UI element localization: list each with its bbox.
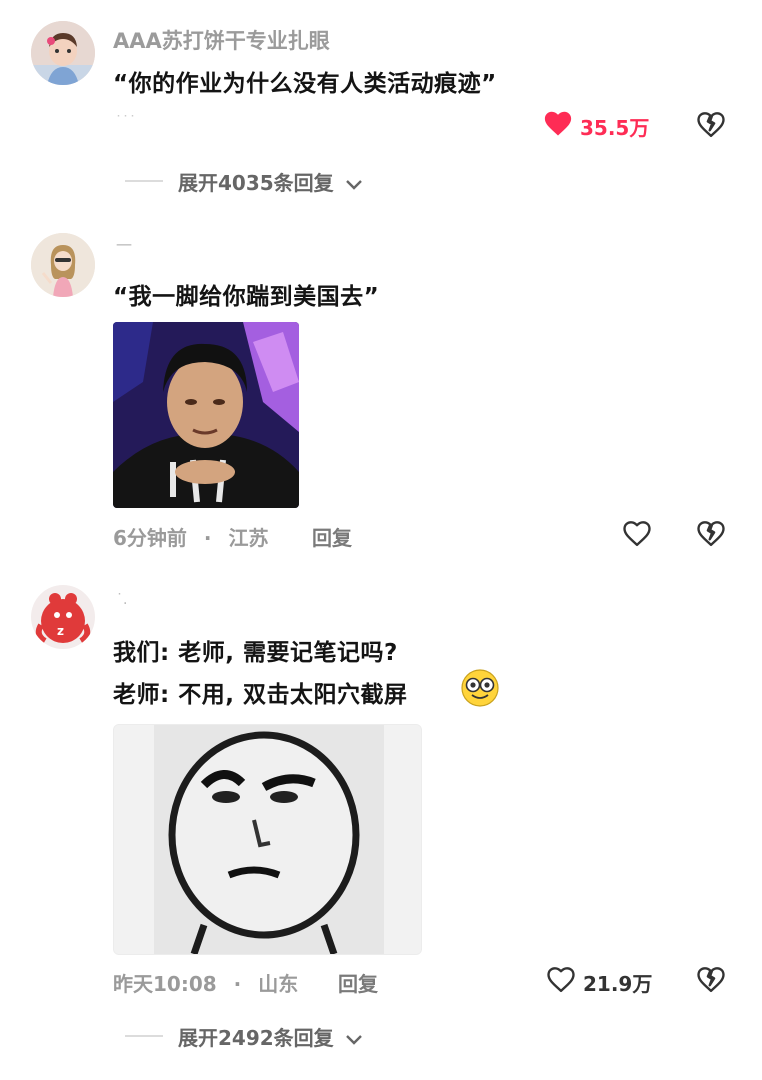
expand-divider xyxy=(125,1035,163,1037)
heart-filled-icon[interactable] xyxy=(543,109,573,141)
avatar[interactable]: z xyxy=(31,585,95,649)
comment-image[interactable] xyxy=(113,724,422,955)
like-count: 21.9万 xyxy=(583,972,653,996)
comment-location: 山东 xyxy=(258,972,299,996)
comment-text-line1: 我们: 老师, 需要记笔记吗? xyxy=(113,640,398,666)
reply-label: 回复 xyxy=(312,526,352,550)
expand-replies-button[interactable]: 展开2492条回复 xyxy=(178,1022,363,1051)
username-mark: 一 xyxy=(116,236,133,255)
expand-divider xyxy=(125,180,163,182)
dislike-icon[interactable] xyxy=(696,519,726,551)
comment-time: 6分钟前 xyxy=(113,526,187,550)
like-icon[interactable] xyxy=(622,519,652,551)
expand-replies-button[interactable]: 展开4035条回复 xyxy=(178,167,363,196)
comment-text-line2: 老师: 不用, 双击太阳穴截屏 xyxy=(113,682,408,708)
reply-button[interactable]: 回复 xyxy=(312,522,352,551)
comment-meta: 6分钟前 · 江苏 xyxy=(113,522,268,551)
dislike-icon[interactable] xyxy=(696,110,726,142)
username-mark: ˙. xyxy=(116,592,128,608)
avatar[interactable] xyxy=(31,21,95,85)
smile-emoji-icon xyxy=(458,668,502,712)
comment-image[interactable] xyxy=(113,322,299,508)
chevron-down-icon xyxy=(345,1034,362,1045)
chevron-down-icon xyxy=(345,179,362,190)
comment-text: “我一脚给你踹到美国去” xyxy=(113,284,380,310)
comment-username[interactable]: AAA苏打饼干专业扎眼 xyxy=(113,25,330,55)
expand-replies-label: 展开2492条回复 xyxy=(178,1026,334,1050)
meta-separator: · xyxy=(233,972,242,996)
reply-label: 回复 xyxy=(338,972,378,996)
svg-text:z: z xyxy=(57,624,64,638)
comment-text: “你的作业为什么没有人类活动痕迹” xyxy=(113,71,497,97)
comment-location: 江苏 xyxy=(228,526,269,550)
meta-separator: · xyxy=(203,526,212,550)
expand-replies-label: 展开4035条回复 xyxy=(178,171,334,195)
reply-button[interactable]: 回复 xyxy=(338,968,378,997)
dislike-icon[interactable] xyxy=(696,965,726,997)
comment-meta: 昨天10:08 · 山东 xyxy=(113,968,298,997)
like-icon[interactable] xyxy=(546,965,576,997)
comment-time: 昨天10:08 xyxy=(113,972,217,996)
like-count: 35.5万 xyxy=(580,116,650,140)
avatar[interactable] xyxy=(31,233,95,297)
faint-mark: ˙˙˙ xyxy=(115,114,136,130)
